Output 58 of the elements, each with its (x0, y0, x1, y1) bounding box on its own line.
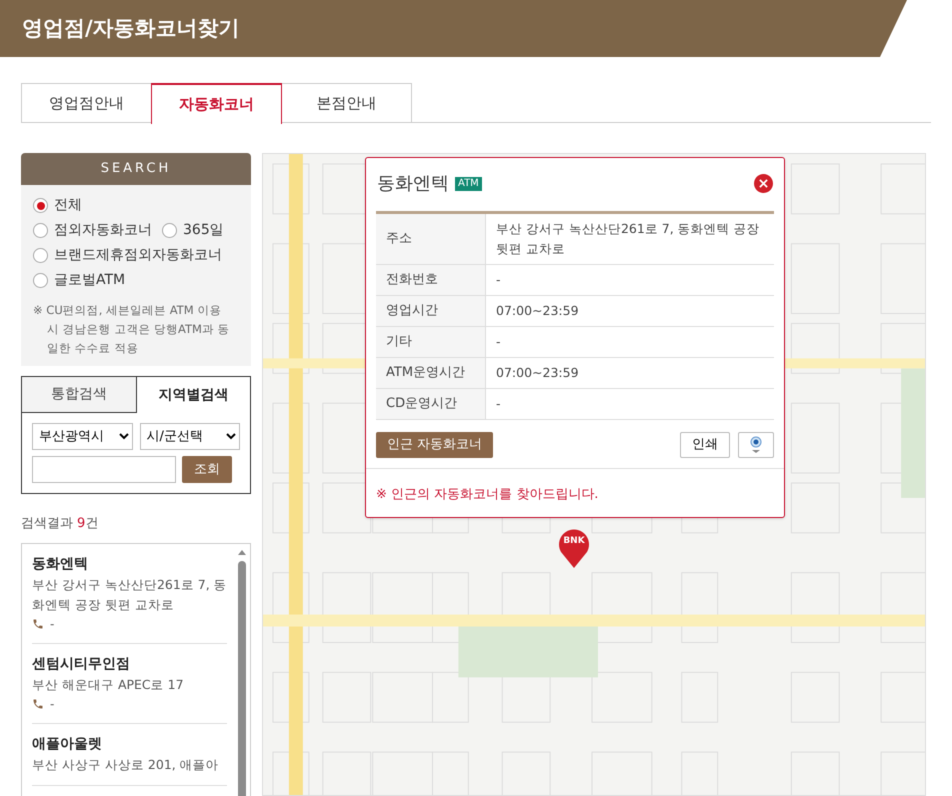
radio-button[interactable] (33, 198, 48, 213)
radio-option[interactable]: 365일 (162, 220, 224, 241)
page-title: 영업점/자동화코너찾기 (22, 14, 240, 42)
radio-option[interactable]: 글로벌ATM (33, 270, 126, 291)
phone-icon (32, 698, 44, 710)
info-label: ATM운영시간 (376, 358, 486, 388)
result-item[interactable]: 애플아울렛 부산 사상구 사상로 201, 애플아 (32, 724, 227, 786)
search-button[interactable]: 조회 (182, 456, 232, 483)
district-select[interactable]: 시/군선택 (140, 423, 240, 450)
info-label: 기타 (376, 327, 486, 357)
radio-button[interactable] (162, 223, 177, 238)
info-value: 07:00~23:59 (495, 302, 580, 320)
info-label: 주소 (376, 214, 486, 264)
result-item[interactable]: 동화엔텍 부산 강서구 녹산산단261로 7, 동화엔텍 공장 뒷편 교차로 - (32, 544, 227, 644)
info-value: - (495, 271, 502, 289)
info-value: 부산 강서구 녹산산단261로 7, 동화엔텍 공장 뒷편 교차로 (495, 220, 761, 258)
close-icon (759, 179, 768, 188)
info-label: 영업시간 (376, 296, 486, 326)
search-header: SEARCH (21, 153, 251, 185)
result-address: 부산 강서구 녹산산단261로 7, 동화엔텍 공장 뒷편 교차로 (32, 576, 227, 614)
radio-button[interactable] (33, 248, 48, 263)
result-address: 부산 사상구 사상로 201, 애플아 (32, 756, 220, 774)
nearby-notice: ※ 인근의 자동화코너를 찾아드립니다. (376, 487, 598, 502)
close-button[interactable] (754, 174, 773, 193)
tab[interactable]: 자동화코너 (151, 83, 282, 124)
atm-badge: ATM (455, 176, 482, 190)
radio-option[interactable]: 점외자동화코너 (33, 220, 152, 241)
result-name: 애플아울렛 (32, 734, 103, 754)
radio-button[interactable] (33, 223, 48, 238)
result-name: 센텀시티무인점 (32, 654, 131, 674)
popup-title: 동화엔텍 (377, 172, 449, 196)
result-phone: - (50, 616, 54, 632)
result-phone: - (50, 696, 54, 712)
result-address: 부산 해운대구 APEC로 17 (32, 676, 185, 694)
phone-icon (32, 618, 44, 630)
print-button[interactable]: 인쇄 (680, 432, 730, 458)
map-area[interactable]: BNK 동화엔텍 ATM 주소 부산 강서구 녹산산단261로 7, 동화엔텍 공장 뒷편 교차로 전화번호 - 영업시간 07:00~23:59 기타 - ATM운영시간 07:00~23:59 CD운영시간 - 인근 자동화코너 인쇄 ※ 인근의 자동화코너를 찾아드립니다. (262, 153, 926, 796)
keyword-input[interactable] (32, 456, 176, 483)
search-tab[interactable]: 통합검색 (22, 377, 136, 413)
info-label: CD운영시간 (376, 389, 486, 419)
result-item[interactable]: 센텀시티무인점 부산 해운대구 APEC로 17 - (32, 644, 227, 724)
radio-option[interactable]: 브랜드제휴점외자동화코너 (33, 245, 222, 266)
result-label: 검색결과 (21, 515, 73, 533)
notice-text: ※ CU편의점, 세븐일레븐 ATM 이용 시 경남은행 고객은 당행ATM과 동일한 수수료 적용 (33, 302, 231, 357)
result-count: 9건 (77, 515, 98, 533)
info-value: 07:00~23:59 (495, 364, 580, 382)
info-label: 전화번호 (376, 265, 486, 295)
radio-button[interactable] (33, 273, 48, 288)
tab[interactable]: 영업점안내 (21, 83, 152, 122)
nearby-button[interactable]: 인근 자동화코너 (376, 432, 494, 458)
info-value: - (495, 395, 502, 413)
result-name: 동화엔텍 (32, 554, 89, 574)
scrollbar[interactable] (237, 550, 247, 796)
city-select[interactable]: 부산광역시 (32, 423, 132, 450)
street-view-button[interactable] (738, 432, 774, 458)
info-value: - (495, 333, 502, 351)
radio-option[interactable]: 전체 (33, 195, 82, 216)
tab[interactable]: 본점안내 (281, 83, 412, 122)
